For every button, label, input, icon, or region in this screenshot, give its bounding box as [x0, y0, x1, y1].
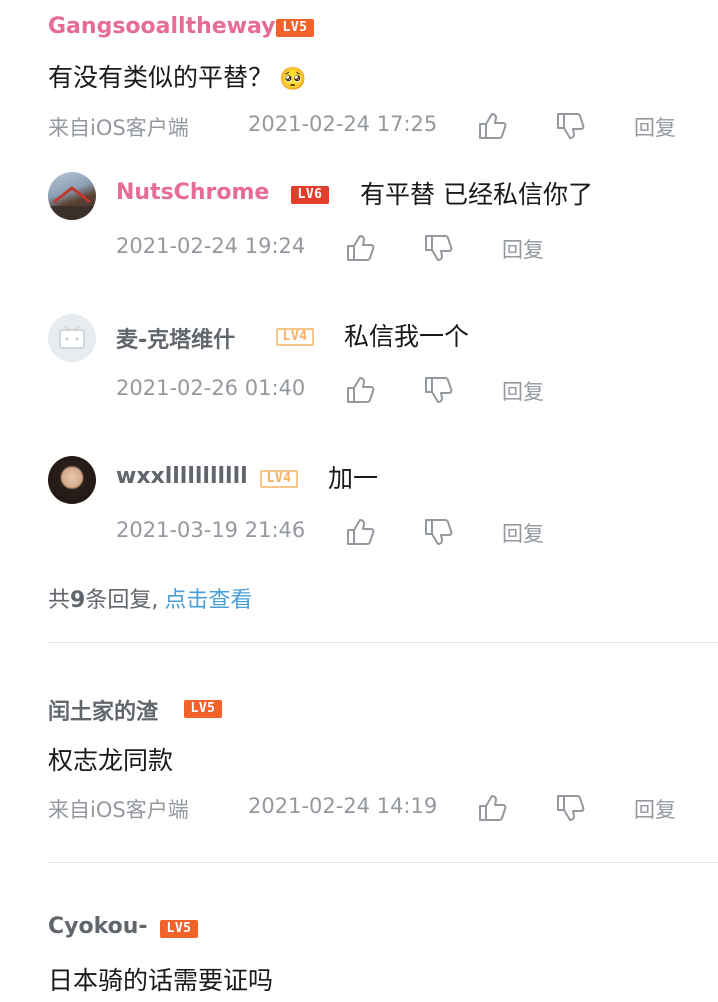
thumbs-down-icon[interactable] — [422, 232, 454, 264]
thumbs-up-icon[interactable] — [344, 232, 376, 264]
thumbs-up-icon[interactable] — [344, 374, 376, 406]
avatar[interactable] — [48, 456, 96, 504]
reply-time: 2021-03-19 21:46 — [116, 518, 306, 542]
level-badge: LV4 — [260, 470, 298, 488]
level-badge: LV4 — [276, 328, 314, 346]
more-replies: 共9条回复, 点击查看 — [48, 582, 252, 614]
level-badge: LV5 — [160, 920, 198, 938]
reply-content: 私信我一个 — [344, 322, 470, 351]
reply-button[interactable]: 回复 — [502, 376, 544, 406]
comment-source: 来自iOS客户端 — [48, 116, 189, 140]
level-badge: LV5 — [276, 19, 314, 37]
reply-content: 有平替 已经私信你了 — [360, 180, 593, 209]
reply-button[interactable]: 回复 — [634, 112, 676, 142]
level-badge: LV5 — [184, 700, 222, 718]
reply-username[interactable]: wxxlllllllllll — [116, 464, 248, 489]
comment-username[interactable]: 闰土家的渣 — [48, 694, 158, 726]
comment-username[interactable]: Cyokou- — [48, 914, 148, 939]
thumbs-down-icon[interactable] — [422, 516, 454, 548]
thumbs-up-icon[interactable] — [344, 516, 376, 548]
reply-username[interactable]: 麦-克塔维什 — [116, 322, 235, 354]
reply-button[interactable]: 回复 — [634, 794, 676, 824]
comment-content: 日本骑的话需要证吗 — [48, 966, 274, 995]
reply-button[interactable]: 回复 — [502, 234, 544, 264]
reply-username[interactable]: NutsChrome — [116, 180, 269, 205]
more-replies-suffix: 条回复, — [85, 588, 159, 613]
comment-text: 有没有类似的平替？ — [48, 63, 274, 92]
reply-time: 2021-02-24 19:24 — [116, 234, 306, 258]
comment-time: 2021-02-24 14:19 — [248, 794, 438, 818]
reply-count: 9 — [70, 588, 86, 613]
thumbs-up-icon[interactable] — [476, 110, 508, 142]
divider — [48, 642, 718, 643]
thumbs-up-icon[interactable] — [476, 792, 508, 824]
comment-content: 权志龙同款 — [48, 746, 174, 775]
comment-time: 2021-02-24 17:25 — [248, 112, 438, 136]
reply-time: 2021-02-26 01:40 — [116, 376, 306, 400]
thumbs-down-icon[interactable] — [554, 792, 586, 824]
comment-content: 有没有类似的平替？ 🥺 — [48, 58, 306, 94]
reply-content: 加一 — [328, 464, 379, 493]
view-more-link[interactable]: 点击查看 — [164, 588, 252, 613]
level-badge: LV6 — [291, 186, 329, 204]
divider — [48, 862, 718, 863]
reply-button[interactable]: 回复 — [502, 518, 544, 548]
pleading-face-emoji: 🥺 — [279, 67, 307, 92]
avatar[interactable] — [48, 314, 96, 362]
avatar[interactable] — [48, 172, 96, 220]
more-replies-prefix: 共 — [48, 588, 71, 613]
thumbs-down-icon[interactable] — [554, 110, 586, 142]
thumbs-down-icon[interactable] — [422, 374, 454, 406]
comment-username[interactable]: Gangsooalltheway — [48, 14, 276, 39]
comment-source: 来自iOS客户端 — [48, 798, 189, 822]
